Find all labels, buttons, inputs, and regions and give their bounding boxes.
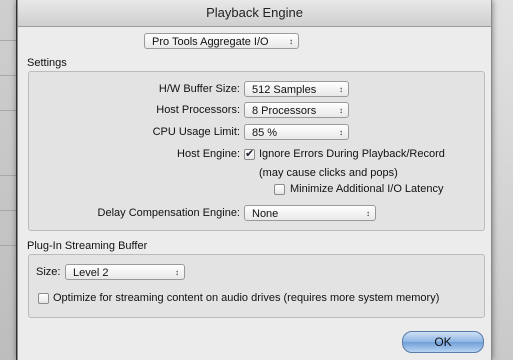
ignore-errors-note: (may cause clicks and pops) <box>259 167 398 179</box>
minimize-latency-checkbox[interactable] <box>274 184 285 195</box>
streaming-group: Size: Level 2 ↕ Optimize for streaming c… <box>28 254 485 318</box>
ignore-errors-label: Ignore Errors During Playback/Record <box>259 148 445 160</box>
updown-chevron-icon: ↕ <box>289 37 293 46</box>
engine-select-value: Pro Tools Aggregate I/O <box>152 36 269 48</box>
background-divider <box>0 245 16 246</box>
settings-section-label: Settings <box>27 57 67 69</box>
background-divider <box>0 210 16 211</box>
host-engine-label: Host Engine: <box>177 148 240 160</box>
optimize-streaming-checkbox[interactable] <box>38 293 49 304</box>
streaming-size-value: Level 2 <box>73 267 109 279</box>
window-title: Playback Engine <box>18 0 491 27</box>
delay-comp-value: None <box>252 208 279 220</box>
playback-engine-dialog: Playback Engine Pro Tools Aggregate I/O … <box>17 0 492 360</box>
buffer-size-select[interactable]: 512 Samples ↕ <box>244 81 349 97</box>
background-divider <box>0 110 16 111</box>
background-window-left <box>0 0 16 360</box>
delay-comp-select[interactable]: None ↕ <box>244 205 376 221</box>
streaming-section-label: Plug-In Streaming Buffer <box>27 240 148 252</box>
updown-chevron-icon: ↕ <box>366 209 370 218</box>
buffer-size-label: H/W Buffer Size: <box>158 83 240 95</box>
updown-chevron-icon: ↕ <box>339 85 343 94</box>
updown-chevron-icon: ↕ <box>175 268 179 277</box>
host-processors-value: 8 Processors <box>252 105 317 117</box>
host-processors-label: Host Processors: <box>156 104 240 116</box>
buffer-size-value: 512 Samples <box>252 84 317 96</box>
ignore-errors-checkbox[interactable] <box>244 147 255 160</box>
background-divider <box>0 75 16 76</box>
cpu-limit-value: 85 % <box>252 127 278 139</box>
streaming-size-select[interactable]: Level 2 ↕ <box>65 264 185 280</box>
updown-chevron-icon: ↕ <box>339 106 343 115</box>
optimize-streaming-label: Optimize for streaming content on audio … <box>53 292 440 304</box>
cpu-limit-label: CPU Usage Limit: <box>152 126 240 138</box>
cpu-limit-select[interactable]: 85 % ↕ <box>244 124 349 140</box>
host-processors-select[interactable]: 8 Processors ↕ <box>244 102 349 118</box>
ok-button[interactable]: OK <box>402 331 484 353</box>
settings-group: H/W Buffer Size: 512 Samples ↕ Host Proc… <box>28 71 485 231</box>
delay-comp-label: Delay Compensation Engine: <box>97 207 240 219</box>
streaming-size-label: Size: <box>36 266 61 278</box>
background-divider <box>0 175 16 176</box>
engine-select[interactable]: Pro Tools Aggregate I/O ↕ <box>144 33 299 49</box>
minimize-latency-label: Minimize Additional I/O Latency <box>290 183 444 195</box>
background-divider <box>0 40 16 41</box>
background-window-right <box>489 0 513 360</box>
updown-chevron-icon: ↕ <box>339 128 343 137</box>
